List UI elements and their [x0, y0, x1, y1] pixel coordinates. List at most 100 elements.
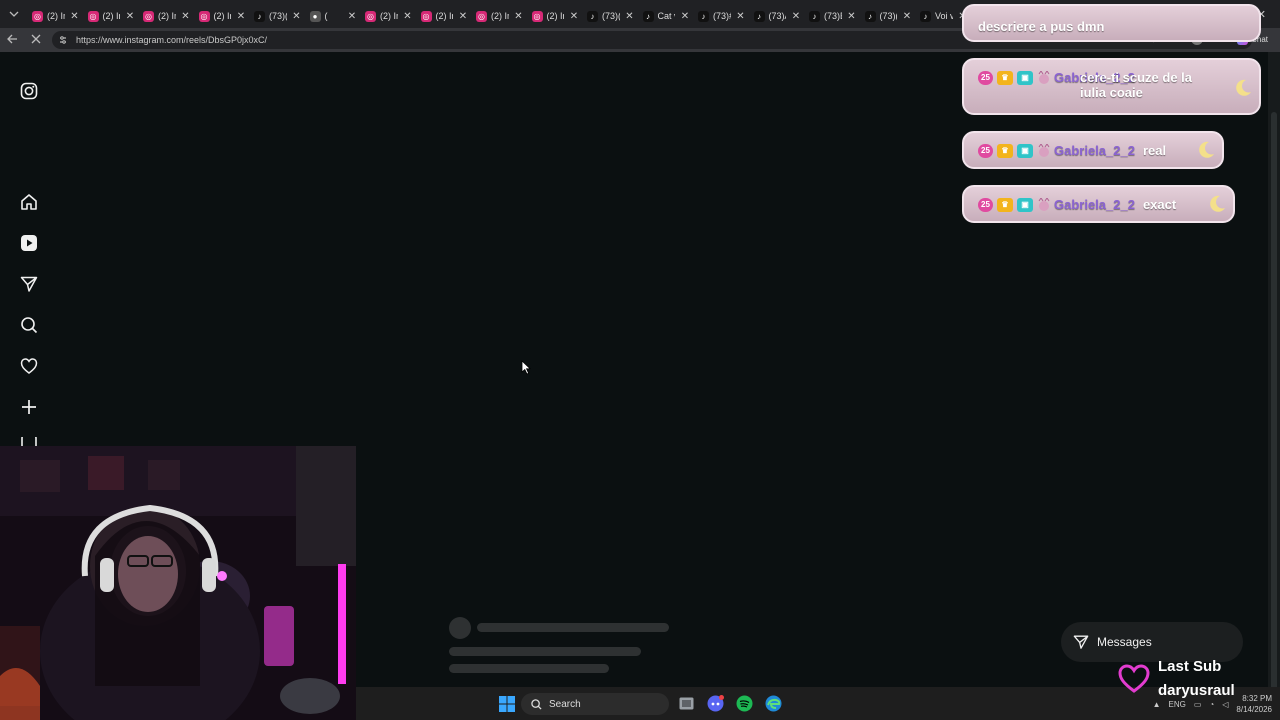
instagram-logo-icon[interactable] [18, 80, 40, 102]
browser-tab[interactable]: ◎(2) In✕ [417, 4, 473, 28]
tab-title: (73)E [824, 11, 842, 21]
browser-tab[interactable]: ♪(73)A✕ [750, 4, 806, 28]
tab-title: (73)# [713, 11, 731, 21]
clock-date: 8/14/2026 [1236, 705, 1272, 714]
browser-tab[interactable]: ●(✕ [306, 4, 362, 28]
chat-message-text: descriere a pus dmn [978, 19, 1105, 34]
instagram-icon: ◎ [531, 10, 543, 22]
notifications-heart-icon[interactable] [18, 355, 40, 377]
sub-months-badge: 25 [978, 70, 993, 85]
emote-badge-icon [1037, 70, 1050, 85]
gift-badge-icon: ▣ [1017, 70, 1033, 85]
create-plus-icon[interactable] [18, 396, 40, 418]
dashboard-icon[interactable] [18, 437, 40, 446]
browser-tab[interactable]: ♪ (73)E ✕ [805, 4, 861, 28]
tab-close-icon[interactable]: ✕ [624, 11, 636, 22]
tab-close-icon[interactable]: ✕ [180, 11, 192, 22]
tab-close-icon[interactable]: ✕ [846, 11, 858, 22]
taskbar-search[interactable]: Search [521, 693, 669, 715]
browser-tab[interactable]: ◎(2) In✕ [84, 4, 140, 28]
browser-tab[interactable]: ♪Cat v✕ [639, 4, 695, 28]
tab-title: (2) In [47, 11, 65, 21]
tab-title: (2) In [435, 11, 454, 21]
taskbar-search-label: Search [549, 698, 581, 710]
site-info-icon[interactable] [58, 35, 68, 45]
screen: ◎(2) In✕◎(2) In✕◎(2) In✕◎(2) In✕♪(73)(✕●… [0, 0, 1280, 720]
search-icon[interactable] [18, 314, 40, 336]
chat-message-text: real [1142, 143, 1167, 158]
browser-tab[interactable]: ◎(2) In✕ [139, 4, 195, 28]
browser-tab[interactable]: ◎(2) In✕ [28, 4, 84, 28]
instagram-icon: ◎ [143, 10, 154, 22]
tab-close-icon[interactable]: ✕ [346, 11, 358, 22]
record-icon: ● [309, 10, 321, 22]
browser-tab[interactable]: ♪ (73)(✕ [250, 4, 306, 28]
last-sub-title: Last Sub [1158, 658, 1222, 675]
tab-close-icon[interactable]: ✕ [790, 11, 802, 22]
last-sub-name: daryusraul [1158, 682, 1235, 699]
browser-tab[interactable]: ◎(2) In✕ [472, 4, 528, 28]
chat-message-text: cere-ti scuze de la iulia coaie [1080, 70, 1192, 100]
instagram-icon: ◎ [365, 10, 376, 22]
page-scrollbar[interactable] [1268, 52, 1280, 712]
taskbar-clock[interactable]: 8:32 PM 8/14/2026 [1236, 693, 1272, 715]
reels-icon[interactable] [18, 232, 40, 254]
tab-close-icon[interactable]: ✕ [513, 11, 525, 22]
chat-username: Gabriela_2_2 [1054, 197, 1135, 212]
direct-messages-icon[interactable] [18, 273, 40, 295]
browser-tab[interactable]: ◎(2) In✕ [361, 4, 417, 28]
tab-close-icon[interactable]: ✕ [402, 11, 414, 22]
sub-months-badge: 25 [978, 197, 993, 212]
browser-tab[interactable]: ♪ (73)(✕ [861, 4, 917, 28]
discord-icon[interactable] [707, 695, 724, 712]
tab-close-icon[interactable]: ✕ [735, 11, 747, 22]
tab-close-icon[interactable]: ✕ [679, 11, 691, 22]
edge-browser-icon[interactable] [765, 695, 782, 712]
tab-close-icon[interactable]: ✕ [124, 11, 136, 22]
tiktok-icon: ♪ [587, 10, 598, 22]
tiktok-icon: ♪ [698, 10, 709, 22]
tab-close-icon[interactable]: ✕ [568, 11, 580, 22]
tab-title: Voi v [935, 11, 953, 21]
browser-tab[interactable]: ◎(2) In✕ [528, 4, 584, 28]
reload-stop-icon[interactable] [24, 33, 48, 48]
tab-title: (73)( [879, 11, 898, 21]
browser-tab[interactable]: ♪ (73)( ✕ [583, 4, 639, 28]
clock-time: 8:32 PM [1242, 694, 1272, 703]
messages-button[interactable]: Messages [1061, 622, 1243, 662]
back-button[interactable] [0, 33, 24, 48]
tab-title: (73)( [602, 11, 620, 21]
windows-start-icon[interactable] [498, 695, 515, 712]
chat-message: 25 ♛ ▣ Gabriela_2_2 real [962, 131, 1224, 169]
home-icon[interactable] [18, 191, 40, 213]
tab-title: (2) In [491, 11, 509, 21]
tab-close-icon[interactable]: ✕ [291, 11, 303, 22]
tab-close-icon[interactable]: ✕ [69, 11, 81, 22]
tab-title: Cat v [657, 11, 676, 21]
wifi-icon[interactable]: ◔ [1209, 700, 1214, 709]
sub-months-badge: 25 [978, 143, 993, 158]
tab-menu-chevron-icon[interactable] [0, 0, 28, 28]
tiktok-icon: ♪ [642, 10, 654, 22]
language-indicator[interactable]: ENG [1169, 700, 1186, 709]
spotify-icon[interactable] [736, 695, 753, 712]
tab-close-icon[interactable]: ✕ [901, 11, 913, 22]
paper-plane-icon [1073, 635, 1089, 649]
gift-badge-icon: ▣ [1017, 143, 1033, 158]
network-icon[interactable]: ▭ [1194, 700, 1202, 709]
tab-close-icon[interactable]: ✕ [457, 11, 469, 22]
volume-icon[interactable]: ◁ [1222, 700, 1228, 709]
crown-badge-icon: ♛ [997, 143, 1013, 158]
browser-tab[interactable]: ♪ (73)# ✕ [694, 4, 750, 28]
task-view-icon[interactable] [678, 695, 695, 712]
tray-chevron-up-icon[interactable]: ▲ [1153, 700, 1161, 709]
scrollbar-thumb[interactable] [1271, 112, 1277, 712]
chat-message-text: exact [1142, 197, 1177, 212]
browser-tab[interactable]: ◎(2) In✕ [195, 4, 251, 28]
tiktok-icon: ♪ [753, 10, 765, 22]
tab-title: (2) In [213, 11, 232, 21]
moon-icon [1236, 79, 1251, 96]
tab-close-icon[interactable]: ✕ [235, 11, 247, 22]
chat-username: Gabriela_2_2 [1054, 143, 1135, 158]
url-text: https://www.instagram.com/reels/DbsGP0jx… [76, 35, 268, 45]
